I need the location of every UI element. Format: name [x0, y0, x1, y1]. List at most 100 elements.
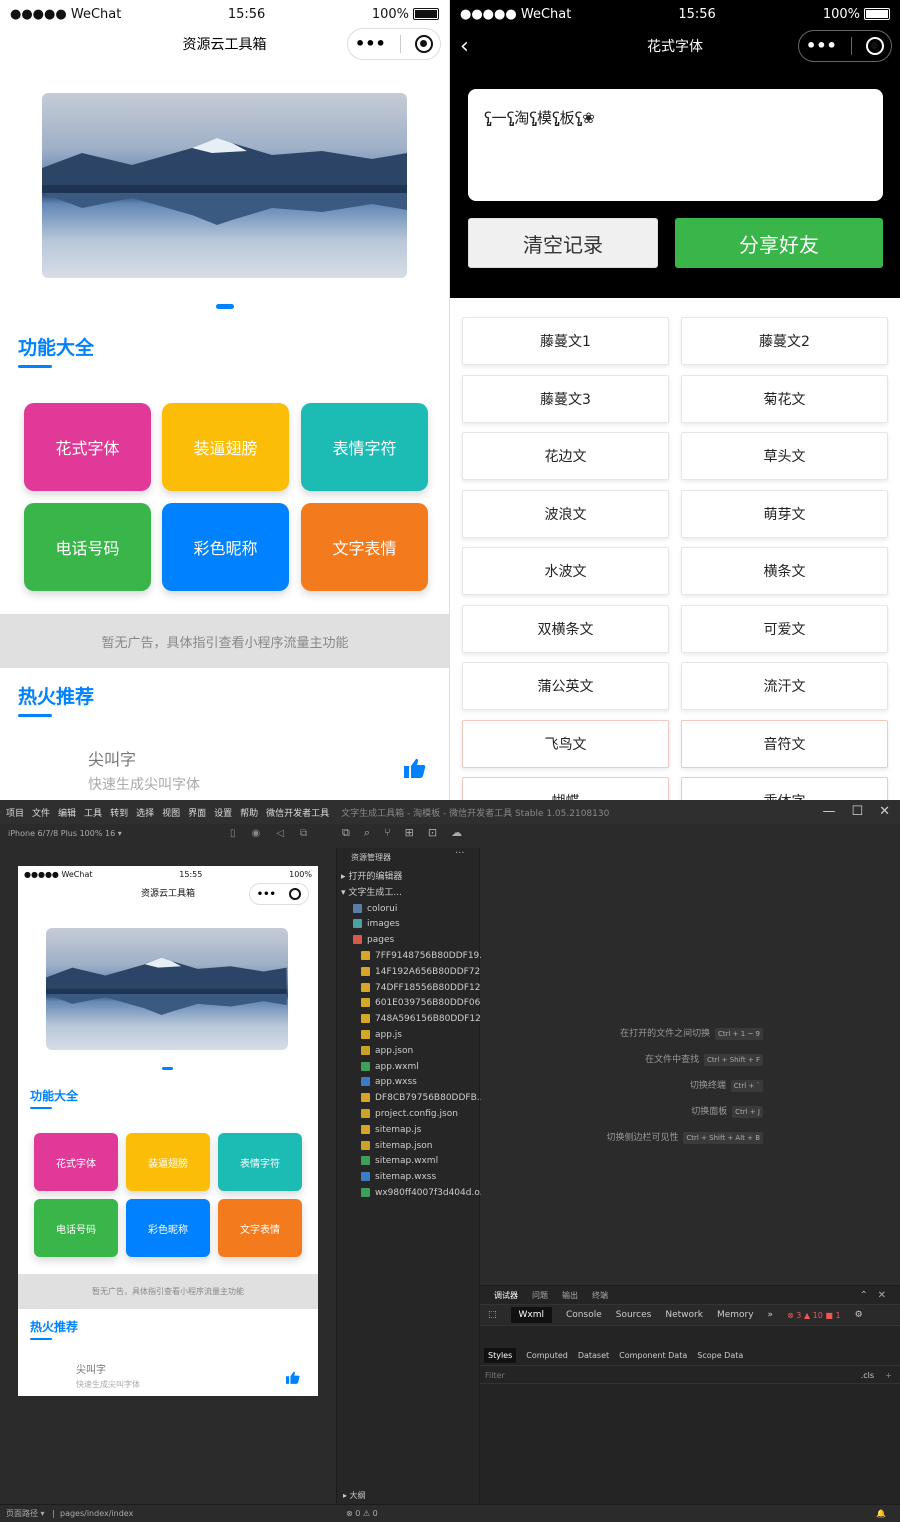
- file-item[interactable]: sitemap.wxss: [337, 1170, 481, 1185]
- explorer-section[interactable]: ▸ 打开的编辑器: [337, 870, 481, 885]
- menu-help[interactable]: 帮助: [240, 806, 258, 819]
- files-icon[interactable]: ⧉: [342, 826, 350, 840]
- file-item[interactable]: 601E039756B80DDF06...: [337, 996, 481, 1011]
- file-item[interactable]: app.wxml: [337, 1060, 481, 1075]
- file-item[interactable]: wx980ff4007f3d404d.o...: [337, 1186, 481, 1201]
- tab-problems[interactable]: 问题: [532, 1290, 548, 1301]
- sim-close-icon[interactable]: [289, 888, 302, 900]
- tab-network[interactable]: Network: [665, 1310, 703, 1320]
- record-icon[interactable]: ◉: [252, 828, 261, 839]
- file-item[interactable]: pages: [337, 933, 481, 948]
- sim-tile-fancy-font[interactable]: 花式字体: [34, 1133, 118, 1191]
- tile-wings[interactable]: 装逼翅膀: [162, 403, 289, 491]
- explorer-more-icon[interactable]: ···: [455, 848, 465, 859]
- sim-more-icon[interactable]: •••: [257, 889, 276, 900]
- font-style-item[interactable]: 蒲公英文: [462, 662, 669, 710]
- back-arrow-icon[interactable]: ‹: [460, 30, 469, 64]
- sound-icon[interactable]: ◁: [276, 828, 284, 839]
- device-icon[interactable]: ▯: [230, 828, 236, 839]
- tab-sources[interactable]: Sources: [616, 1310, 652, 1320]
- file-item[interactable]: app.wxss: [337, 1075, 481, 1090]
- sim-tile-color-nickname[interactable]: 彩色昵称: [126, 1199, 210, 1257]
- sim-banner-image[interactable]: [46, 928, 288, 1050]
- tab-debugger[interactable]: 调试器: [494, 1290, 518, 1301]
- menu-wechat-devtools[interactable]: 微信开发者工具: [266, 806, 329, 819]
- font-style-item[interactable]: 萌芽文: [681, 489, 888, 538]
- menu-tools[interactable]: 工具: [84, 806, 102, 819]
- explorer-section[interactable]: ▾ 文字生成工...: [337, 886, 481, 901]
- menu-view[interactable]: 视图: [162, 806, 180, 819]
- page-path[interactable]: pages/index/index: [60, 1509, 133, 1518]
- file-item[interactable]: 7FF9148756B80DDF19...: [337, 949, 481, 964]
- sim-tile-text-emoji[interactable]: 文字表情: [218, 1199, 302, 1257]
- window-icon[interactable]: ⧉: [300, 828, 307, 839]
- file-item[interactable]: sitemap.json: [337, 1139, 481, 1154]
- sim-tile-wings[interactable]: 装逼翅膀: [126, 1133, 210, 1191]
- font-style-item[interactable]: 可爱文: [681, 604, 888, 653]
- sim-menu-capsule[interactable]: •••: [249, 883, 309, 905]
- share-friend-button[interactable]: 分享好友: [675, 218, 883, 268]
- file-item[interactable]: colorui: [337, 902, 481, 917]
- tab-dataset[interactable]: Dataset: [578, 1351, 609, 1360]
- collapse-icon[interactable]: ⌃: [860, 1290, 868, 1301]
- rec-title[interactable]: 尖叫字: [88, 746, 136, 770]
- font-style-item[interactable]: 音符文: [681, 719, 888, 768]
- file-item[interactable]: DF8CB79756B80DDFB...: [337, 1091, 481, 1106]
- inspect-icon[interactable]: ⬚: [488, 1310, 497, 1320]
- tab-scope-data[interactable]: Scope Data: [697, 1351, 743, 1360]
- tab-component-data[interactable]: Component Data: [619, 1351, 687, 1360]
- debug-icon[interactable]: ⊡: [428, 826, 437, 840]
- font-style-item[interactable]: 波浪文: [462, 489, 669, 538]
- more-tabs-icon[interactable]: »: [768, 1310, 774, 1320]
- maximize-icon[interactable]: ☐: [851, 804, 863, 819]
- menu-settings[interactable]: 设置: [214, 806, 232, 819]
- font-style-item[interactable]: 藤蔓文3: [462, 374, 669, 423]
- cloud-icon[interactable]: ☁: [451, 826, 462, 840]
- page-path-label[interactable]: 页面路径 ▾: [6, 1509, 45, 1518]
- more-icon[interactable]: •••: [355, 27, 386, 61]
- menu-project[interactable]: 项目: [6, 806, 24, 819]
- sim-thumbs-up-icon[interactable]: [286, 1369, 300, 1388]
- sim-tile-phone-number[interactable]: 电话号码: [34, 1199, 118, 1257]
- file-item[interactable]: sitemap.js: [337, 1123, 481, 1138]
- tile-text-emoji[interactable]: 文字表情: [301, 503, 428, 591]
- tab-styles[interactable]: Styles: [484, 1348, 517, 1363]
- git-icon[interactable]: ⑂: [384, 826, 391, 840]
- file-item[interactable]: app.json: [337, 1044, 481, 1059]
- font-style-item[interactable]: 双横条文: [462, 604, 669, 653]
- menu-file[interactable]: 文件: [32, 806, 50, 819]
- close-icon[interactable]: ✕: [879, 804, 890, 819]
- tile-emoji-chars[interactable]: 表情字符: [301, 403, 428, 491]
- font-style-item[interactable]: 乖体字: [681, 777, 888, 800]
- carousel-indicator[interactable]: [216, 304, 234, 309]
- font-style-item[interactable]: 水波文: [462, 547, 669, 595]
- menu-goto[interactable]: 转到: [110, 806, 128, 819]
- file-item[interactable]: 74DFF18556B80DDF12...: [337, 981, 481, 996]
- menu-interface[interactable]: 界面: [188, 806, 206, 819]
- file-item[interactable]: sitemap.wxml: [337, 1154, 481, 1169]
- file-item[interactable]: 748A596156B80DDF12...: [337, 1012, 481, 1027]
- tile-phone-number[interactable]: 电话号码: [24, 503, 151, 591]
- font-style-item[interactable]: 流汗文: [681, 662, 888, 710]
- thumbs-up-icon[interactable]: [404, 758, 426, 782]
- file-item[interactable]: project.config.json: [337, 1107, 481, 1122]
- text-input-area[interactable]: ʕ̡̢̡一ʕ̡̢̡淘ʕ̡̢̡模ʕ̡̢̡板ʕ̡̢̡❀: [468, 89, 883, 201]
- close-panel-icon[interactable]: ✕: [878, 1290, 886, 1301]
- sim-rec-title[interactable]: 尖叫字: [76, 1361, 106, 1376]
- outline-section[interactable]: ▸ 大纲: [343, 1490, 366, 1501]
- font-style-item[interactable]: 藤蔓文2: [681, 317, 888, 365]
- banner-image[interactable]: [42, 93, 407, 278]
- file-item[interactable]: 14F192A656B80DDF72...: [337, 965, 481, 980]
- font-style-item[interactable]: 飞鸟文: [462, 719, 669, 768]
- tab-computed[interactable]: Computed: [526, 1351, 568, 1360]
- sim-tile-emoji-chars[interactable]: 表情字符: [218, 1133, 302, 1191]
- close-miniprogram-icon[interactable]: [414, 35, 433, 53]
- search-icon[interactable]: ⌕: [364, 826, 370, 840]
- error-warning-counts[interactable]: ⊗ 3 ▲ 10 ■ 1: [787, 1311, 841, 1320]
- problem-counts[interactable]: ⊗ 0 ⚠ 0: [346, 1505, 378, 1522]
- menu-edit[interactable]: 编辑: [58, 806, 76, 819]
- font-style-item[interactable]: 花边文: [462, 432, 669, 480]
- font-style-item[interactable]: 草头文: [681, 432, 888, 480]
- menu-capsule[interactable]: •••: [347, 28, 441, 60]
- extensions-icon[interactable]: ⊞: [405, 826, 414, 840]
